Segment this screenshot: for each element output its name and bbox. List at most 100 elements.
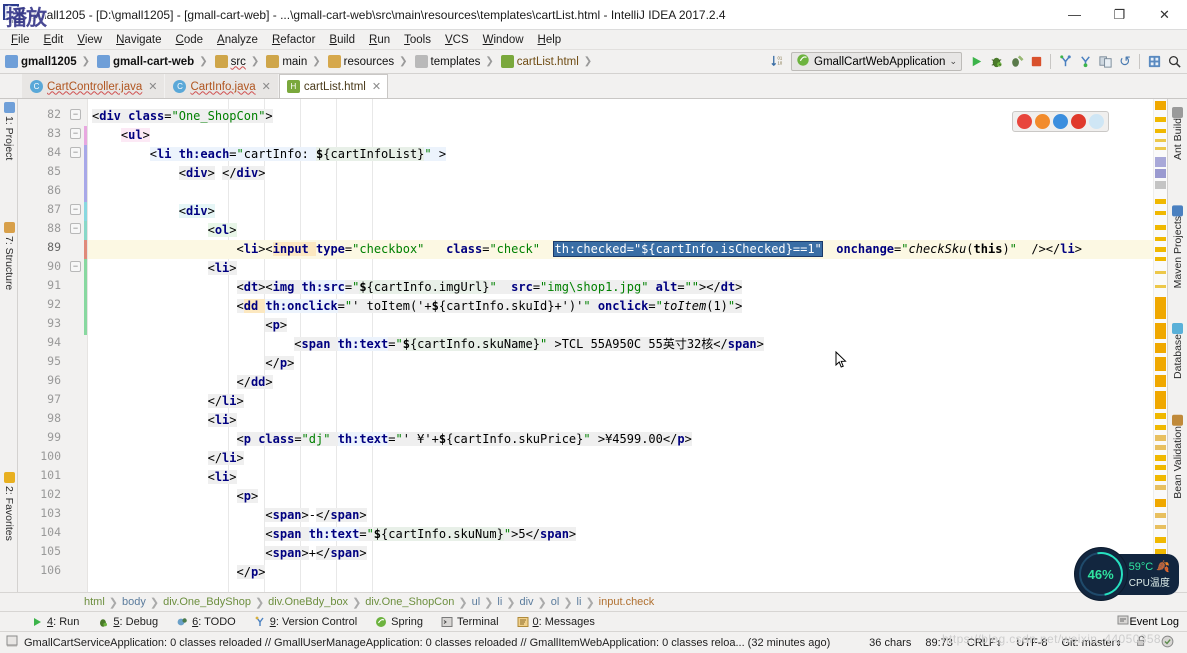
explorer-icon[interactable] — [1089, 114, 1104, 129]
element-path-item[interactable]: li — [577, 596, 582, 608]
fold-toggle-icon[interactable]: − — [70, 204, 81, 215]
error-stripe-mark[interactable] — [1155, 297, 1166, 319]
error-stripe-mark[interactable] — [1155, 455, 1166, 461]
element-path-item[interactable]: body — [122, 596, 146, 608]
element-path-item[interactable]: ol — [551, 596, 560, 608]
editor-gutter[interactable]: 82−83−84−85 86 87−88−89 90−91 92 93 94 95 96 97 98… — [18, 99, 88, 592]
editor-tab-cartlist-html[interactable]: HcartList.html ✕ — [278, 74, 389, 98]
inspection-icon[interactable] — [1154, 635, 1181, 651]
element-path-item[interactable]: input.check — [599, 596, 655, 608]
menu-item-code[interactable]: Code — [169, 32, 211, 48]
code-line-87[interactable]: <div> — [88, 202, 1153, 221]
element-path-item[interactable]: div.OneBdy_box — [268, 596, 348, 608]
code-line-103[interactable]: <span>-</span> — [88, 506, 1153, 525]
error-stripe-mark[interactable] — [1155, 257, 1166, 261]
code-line-97[interactable]: </li> — [88, 392, 1153, 411]
browser-preview-bar[interactable] — [1012, 111, 1109, 132]
error-stripe-mark[interactable] — [1155, 391, 1166, 409]
run-button[interactable] — [967, 53, 985, 71]
code-editor[interactable]: <div class="One_ShopCon"> <ul> <li th:ea… — [88, 99, 1153, 592]
tab-close-icon[interactable]: ✕ — [262, 80, 271, 93]
vcs-change-marker[interactable] — [84, 316, 87, 335]
error-stripe-mark[interactable] — [1155, 435, 1166, 441]
tab-close-icon[interactable]: ✕ — [148, 80, 157, 93]
search-icon[interactable] — [1165, 53, 1183, 71]
code-line-102[interactable]: <p> — [88, 487, 1153, 506]
error-stripe-mark[interactable] — [1155, 139, 1166, 142]
error-stripe-mark[interactable] — [1155, 465, 1166, 470]
safari-icon[interactable] — [1053, 114, 1068, 129]
menu-item-run[interactable]: Run — [362, 32, 397, 48]
menu-item-edit[interactable]: Edit — [37, 32, 71, 48]
breadcrumb-item-main[interactable]: main ❯ — [265, 55, 326, 68]
run-coverage-button[interactable] — [1007, 53, 1025, 71]
menu-item-refactor[interactable]: Refactor — [265, 32, 322, 48]
tool-window-5--debug[interactable]: 5: Debug — [88, 616, 167, 628]
code-line-106[interactable]: </p> — [88, 563, 1153, 582]
vcs-change-marker[interactable] — [84, 183, 87, 202]
error-stripe-mark[interactable] — [1155, 157, 1166, 167]
code-line-84[interactable]: <li th:each="cartInfo: ${cartInfoList}" … — [88, 145, 1153, 164]
error-stripe-mark[interactable] — [1155, 445, 1166, 450]
code-line-98[interactable]: <li> — [88, 411, 1153, 430]
code-line-105[interactable]: <span>+</span> — [88, 544, 1153, 563]
caret-position[interactable]: 89:73 — [918, 637, 960, 649]
error-stripe-mark[interactable] — [1155, 237, 1166, 241]
error-stripe-mark[interactable] — [1155, 475, 1166, 481]
error-stripe-mark[interactable] — [1155, 101, 1166, 110]
error-stripe-mark[interactable] — [1155, 285, 1166, 288]
error-stripe-mark[interactable] — [1155, 499, 1166, 507]
error-stripe-mark[interactable] — [1155, 343, 1166, 353]
code-line-99[interactable]: <p class="dj" th:text="' ¥'+${cartInfo.s… — [88, 430, 1153, 449]
tool-window-4--run[interactable]: 4: Run — [22, 616, 88, 628]
code-line-86[interactable] — [88, 183, 1153, 202]
fold-toggle-icon[interactable]: − — [70, 261, 81, 272]
breadcrumb-item-src[interactable]: src ❯ — [214, 55, 266, 68]
error-stripe-mark[interactable] — [1155, 323, 1166, 339]
error-stripe-scrollbar[interactable] — [1153, 99, 1167, 592]
error-stripe-mark[interactable] — [1155, 117, 1166, 122]
vcs-change-marker[interactable] — [84, 145, 87, 164]
code-line-83[interactable]: <ul> — [88, 126, 1153, 145]
error-stripe-mark[interactable] — [1155, 425, 1166, 430]
error-stripe-mark[interactable] — [1155, 147, 1166, 150]
breadcrumb-item-cartlist-html[interactable]: cartList.html ❯ — [500, 55, 598, 68]
menu-item-build[interactable]: Build — [322, 32, 362, 48]
firefox-icon[interactable] — [1035, 114, 1050, 129]
element-path-item[interactable]: div.One_ShopCon — [365, 596, 454, 608]
code-line-89[interactable]: <li><input type="checkbox" class="check"… — [88, 240, 1153, 259]
error-stripe-mark[interactable] — [1155, 211, 1166, 215]
menu-item-window[interactable]: Window — [476, 32, 531, 48]
chevron-down-icon[interactable]: ⌄ — [949, 56, 957, 67]
menu-item-vcs[interactable]: VCS — [438, 32, 476, 48]
fold-toggle-icon[interactable]: − — [70, 128, 81, 139]
minimize-button[interactable]: — — [1052, 0, 1097, 29]
breadcrumb-item-gmall-cart-web[interactable]: gmall-cart-web ❯ — [96, 55, 214, 68]
code-line-91[interactable]: <dt><img th:src="${cartInfo.imgUrl}" src… — [88, 278, 1153, 297]
error-stripe-mark[interactable] — [1155, 247, 1166, 252]
vcs-change-marker[interactable] — [84, 202, 87, 221]
code-line-93[interactable]: <p> — [88, 316, 1153, 335]
sort-numeric-icon[interactable]: 01 10 — [768, 53, 786, 71]
menu-item-view[interactable]: View — [70, 32, 109, 48]
code-line-95[interactable]: </p> — [88, 354, 1153, 373]
code-line-101[interactable]: <li> — [88, 468, 1153, 487]
vcs-change-marker[interactable] — [84, 259, 87, 278]
vcs-change-marker[interactable] — [84, 297, 87, 316]
error-stripe-mark[interactable] — [1155, 199, 1166, 204]
rail-button-7--structure[interactable]: 7: Structure — [0, 219, 18, 293]
menu-item-analyze[interactable]: Analyze — [210, 32, 265, 48]
error-stripe-mark[interactable] — [1155, 413, 1166, 419]
breadcrumb-item-resources[interactable]: resources ❯ — [327, 55, 414, 68]
debug-button[interactable] — [987, 53, 1005, 71]
git-branch[interactable]: Git: master⇕ — [1055, 637, 1130, 649]
error-stripe-mark[interactable] — [1155, 169, 1166, 178]
tool-window-terminal[interactable]: Terminal — [432, 616, 508, 628]
vcs-change-marker[interactable] — [84, 278, 87, 297]
rail-button-maven-projects[interactable]: Maven Projects — [1168, 199, 1187, 291]
error-stripe-mark[interactable] — [1155, 225, 1166, 230]
rail-button-ant-build[interactable]: Ant Build — [1168, 101, 1187, 163]
vcs-change-marker[interactable] — [84, 221, 87, 240]
code-line-85[interactable]: <div> </div> — [88, 164, 1153, 183]
element-path-item[interactable]: div.One_BdyShop — [163, 596, 251, 608]
